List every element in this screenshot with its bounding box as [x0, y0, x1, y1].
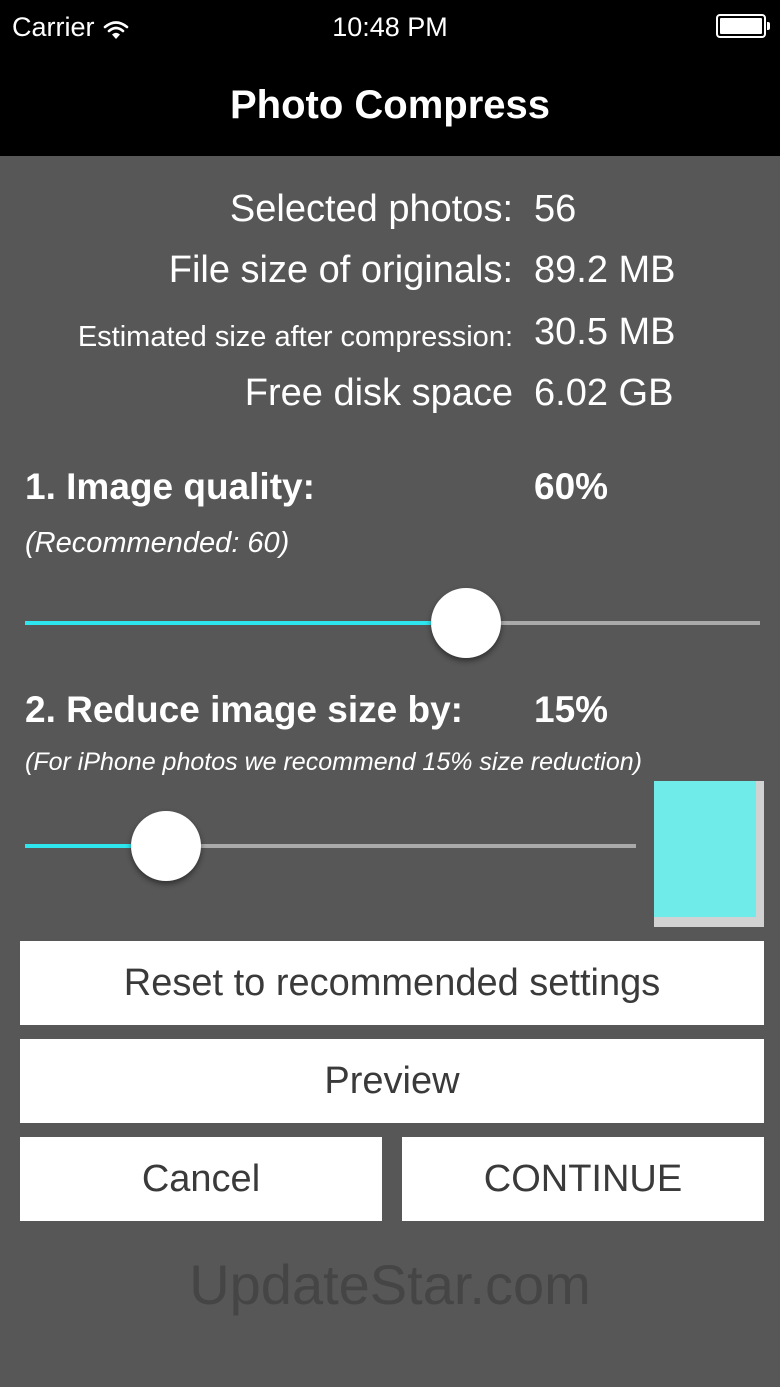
cancel-button[interactable]: Cancel: [20, 1137, 382, 1221]
preview-button[interactable]: Preview: [20, 1039, 764, 1123]
battery-icon: [716, 14, 770, 38]
page-title: Photo Compress: [229, 83, 551, 127]
image-quality-value: 60%: [534, 466, 609, 507]
slider-thumb[interactable]: [431, 588, 501, 658]
selected-photos-value: 56: [534, 188, 577, 230]
reduce-size-slider[interactable]: [25, 810, 636, 882]
reduce-size-value: 15%: [534, 689, 609, 730]
file-size-label: File size of originals:: [168, 249, 513, 291]
color-swatch: [654, 781, 764, 927]
reduce-size-note: (For iPhone photos we recommend 15% size…: [25, 748, 642, 776]
file-size-row: File size of originals: 89.2 MB: [0, 249, 780, 299]
slider-thumb[interactable]: [130, 811, 201, 881]
selected-photos-row: Selected photos: 56: [0, 188, 780, 238]
free-disk-value: 6.02 GB: [534, 372, 674, 414]
estimated-size-value: 30.5 MB: [534, 311, 676, 353]
estimated-size-row: Estimated size after compression: 30.5 M…: [0, 311, 780, 361]
estimated-size-label: Estimated size after compression:: [77, 321, 513, 353]
image-quality-heading: 1. Image quality:: [25, 466, 315, 507]
status-bar: Carrier 10:48 PM: [0, 0, 780, 55]
free-disk-row: Free disk space 6.02 GB: [0, 372, 780, 422]
reduce-size-heading: 2. Reduce image size by:: [25, 689, 464, 730]
selected-photos-label: Selected photos:: [229, 188, 513, 230]
continue-button[interactable]: CONTINUE: [402, 1137, 764, 1221]
watermark: UpdateStar.com: [189, 1253, 591, 1316]
reset-settings-button[interactable]: Reset to recommended settings: [20, 941, 764, 1025]
status-time: 10:48 PM: [332, 12, 448, 42]
navigation-bar: Photo Compress: [0, 55, 780, 156]
free-disk-label: Free disk space: [244, 372, 513, 414]
slider-track-fill: [25, 621, 466, 625]
image-quality-slider[interactable]: [25, 587, 760, 659]
image-quality-note: (Recommended: 60): [25, 527, 290, 559]
file-size-value: 89.2 MB: [534, 249, 676, 291]
color-swatch-fill: [654, 781, 756, 917]
